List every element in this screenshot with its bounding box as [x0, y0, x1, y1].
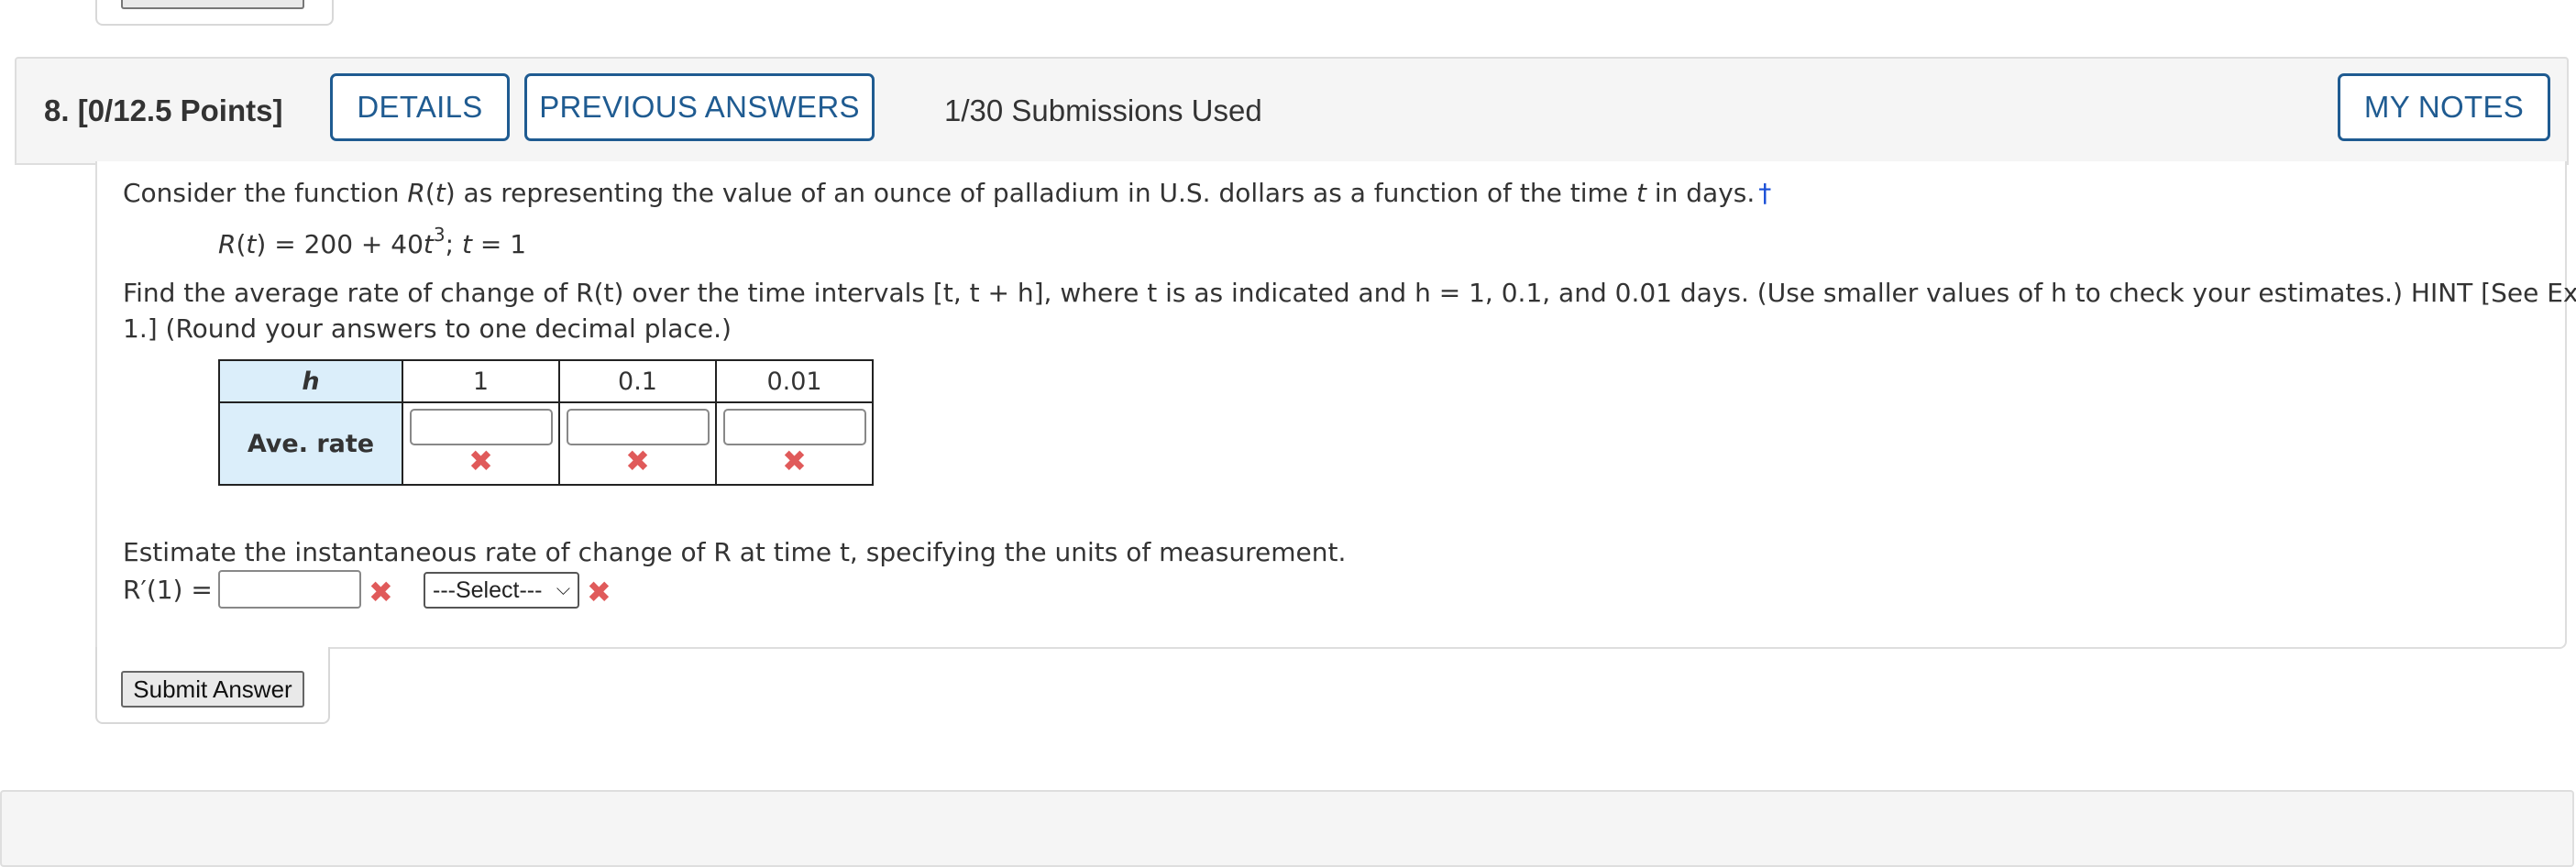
incorrect-icon: ✖	[587, 575, 611, 609]
previous-answers-button[interactable]: PREVIOUS ANSWERS	[524, 73, 875, 141]
chevron-down-icon: ⌵	[556, 579, 570, 599]
table-cell-ave-rate-1: ✖	[402, 401, 560, 486]
question-number: 8.	[44, 93, 70, 127]
ave-rate-input-h-0-1[interactable]	[566, 409, 710, 445]
table-row-label: Ave. rate	[218, 401, 403, 486]
incorrect-icon: ✖	[782, 444, 807, 478]
my-notes-button[interactable]: MY NOTES	[2338, 73, 2550, 141]
previous-submit-tab	[95, 0, 334, 26]
question-label: 8. [0/12.5 Points]	[44, 93, 282, 128]
intro-text: Consider the function R(t) as representi…	[123, 178, 1772, 208]
units-select-value: ---Select---	[433, 576, 543, 603]
table-column-h-1: 1	[402, 359, 560, 403]
function-equation: R(t) = 200 + 40t3; t = 1	[218, 224, 527, 259]
details-button[interactable]: DETAILS	[330, 73, 510, 141]
next-question-panel	[0, 790, 2574, 867]
previous-submit-button[interactable]	[121, 0, 304, 9]
ave-rate-input-h-0-01[interactable]	[722, 409, 866, 445]
question-body-left-border	[95, 161, 97, 649]
incorrect-icon: ✖	[625, 444, 650, 478]
question-points: [0/12.5 Points]	[77, 93, 283, 127]
find-instructions-line2: 1.] (Round your answers to one decimal p…	[123, 313, 732, 344]
incorrect-icon: ✖	[369, 575, 393, 609]
rprime-label: R′(1) =	[123, 575, 213, 605]
submit-answer-button[interactable]: Submit Answer	[121, 671, 304, 708]
question-header: 8. [0/12.5 Points] DETAILS PREVIOUS ANSW…	[15, 57, 2569, 165]
submissions-used: 1/30 Submissions Used	[944, 93, 1262, 127]
estimate-instructions: Estimate the instantaneous rate of chang…	[123, 537, 1347, 567]
average-rate-table: h 1 0.1 0.01 Ave. rate ✖ ✖ ✖	[218, 359, 874, 486]
units-select[interactable]: ---Select--- ⌵	[424, 572, 579, 609]
table-column-h-0-01: 0.01	[715, 359, 874, 403]
incorrect-icon: ✖	[468, 444, 493, 478]
instantaneous-rate-input[interactable]	[218, 570, 361, 609]
table-h-header: h	[218, 359, 403, 403]
table-column-h-0-1: 0.1	[558, 359, 717, 403]
table-cell-ave-rate-0-1: ✖	[558, 401, 717, 486]
find-instructions-line1: Find the average rate of change of R(t) …	[123, 278, 2576, 308]
table-cell-ave-rate-0-01: ✖	[715, 401, 874, 486]
ave-rate-input-h-1[interactable]	[409, 409, 553, 445]
footnote-dagger-link[interactable]: †	[1758, 178, 1771, 208]
